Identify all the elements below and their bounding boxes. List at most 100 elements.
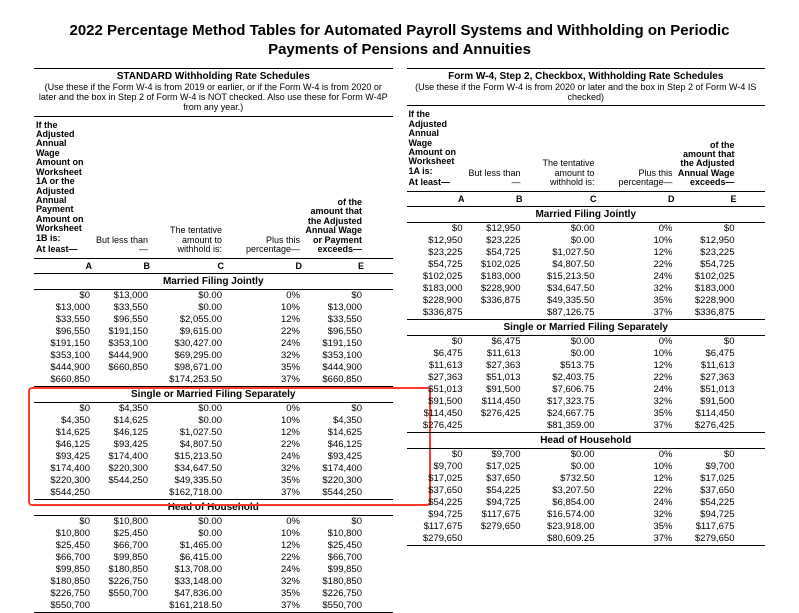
bracket-rows: $0$10,800$0.000%$0$10,800$25,450$0.0010%…: [34, 516, 393, 613]
table-cell: $279,650: [407, 533, 465, 545]
table-cell: $46,125: [34, 439, 92, 451]
table-cell: $279,650: [675, 533, 737, 545]
table-cell: 22%: [597, 259, 675, 271]
table-cell: [465, 307, 523, 319]
table-cell: $191,150: [302, 338, 364, 350]
table-cell: $46,125: [302, 439, 364, 451]
table-row: $25,450$66,700$1,465.0012%$25,450: [34, 540, 393, 552]
table-cell: 10%: [597, 348, 675, 360]
table-cell: $99,850: [302, 564, 364, 576]
table-row: $444,900$660,850$98,671.0035%$444,900: [34, 362, 393, 374]
column-letters: A B C D E: [407, 192, 766, 207]
column-letters: A B C D E: [34, 259, 393, 274]
bracket-rows: $0$9,700$0.000%$0$9,700$17,025$0.0010%$9…: [407, 449, 766, 546]
table-cell: 10%: [224, 415, 302, 427]
table-cell: $226,750: [92, 576, 150, 588]
table-row: $228,900$336,875$49,335.5035%$228,900: [407, 295, 766, 307]
table-cell: 37%: [224, 487, 302, 499]
bracket-rows: $0$13,000$0.000%$0$13,000$33,550$0.0010%…: [34, 290, 393, 387]
table-row: $336,875$87,126.7537%$336,875: [407, 307, 766, 320]
table-cell: $0.00: [523, 348, 597, 360]
checkbox-schedule-panel: Form W-4, Step 2, Checkbox, Withholding …: [407, 68, 766, 613]
table-cell: $183,000: [407, 283, 465, 295]
table-cell: $49,335.50: [523, 295, 597, 307]
table-cell: $276,425: [465, 408, 523, 420]
table-row: $6,475$11,613$0.0010%$6,475: [407, 348, 766, 360]
table-cell: $336,875: [675, 307, 737, 319]
standard-schedule-panel: STANDARD Withholding Rate Schedules (Use…: [34, 68, 393, 613]
schedule-heading: Form W-4, Step 2, Checkbox, Withholding …: [407, 68, 766, 107]
table-cell: $161,218.50: [150, 600, 224, 612]
table-cell: 32%: [597, 396, 675, 408]
table-cell: $13,000: [92, 290, 150, 302]
table-cell: $13,000: [34, 302, 92, 314]
table-cell: $12,950: [407, 235, 465, 247]
table-cell: $0: [302, 403, 364, 415]
table-cell: $66,700: [34, 552, 92, 564]
hdr-exceeds: of the amount that the Adjusted Annual W…: [302, 117, 364, 258]
table-cell: $9,700: [465, 449, 523, 461]
table-cell: $81,359.00: [523, 420, 597, 432]
table-cell: $174,400: [92, 451, 150, 463]
table-cell: $0.00: [150, 528, 224, 540]
table-cell: 35%: [224, 362, 302, 374]
table-row: $66,700$99,850$6,415.0022%$66,700: [34, 552, 393, 564]
table-cell: $30,427.00: [150, 338, 224, 350]
table-cell: 37%: [597, 533, 675, 545]
table-cell: $54,725: [465, 247, 523, 259]
table-cell: $444,900: [34, 362, 92, 374]
table-cell: 0%: [224, 403, 302, 415]
table-cell: $191,150: [34, 338, 92, 350]
table-cell: $27,363: [465, 360, 523, 372]
table-cell: $11,613: [465, 348, 523, 360]
table-cell: $660,850: [92, 362, 150, 374]
table-cell: $17,025: [465, 461, 523, 473]
table-cell: $51,013: [465, 372, 523, 384]
hdr-plus-pct: Plus this percentage—: [597, 106, 675, 191]
table-cell: $94,725: [675, 509, 737, 521]
table-cell: $25,450: [302, 540, 364, 552]
table-cell: $117,675: [465, 509, 523, 521]
table-row: $4,350$14,625$0.0010%$4,350: [34, 415, 393, 427]
table-row: $10,800$25,450$0.0010%$10,800: [34, 528, 393, 540]
table-cell: $80,609.25: [523, 533, 597, 545]
table-cell: $17,323.75: [523, 396, 597, 408]
table-cell: $15,213.50: [150, 451, 224, 463]
table-cell: $550,700: [302, 600, 364, 612]
table-cell: $444,900: [302, 362, 364, 374]
table-cell: 32%: [597, 283, 675, 295]
table-cell: $54,225: [465, 485, 523, 497]
table-row: $544,250$162,718.0037%$544,250: [34, 487, 393, 500]
table-cell: [92, 374, 150, 386]
table-cell: $183,000: [465, 271, 523, 283]
table-row: $51,013$91,500$7,606.7524%$51,013: [407, 384, 766, 396]
table-row: $660,850$174,253.5037%$660,850: [34, 374, 393, 387]
table-cell: $114,450: [465, 396, 523, 408]
table-cell: $353,100: [34, 350, 92, 362]
table-cell: $4,807.50: [150, 439, 224, 451]
table-cell: 24%: [224, 338, 302, 350]
table-cell: 37%: [224, 600, 302, 612]
filing-status-title: Married Filing Jointly: [34, 274, 393, 290]
table-cell: $0: [34, 403, 92, 415]
table-cell: $23,225: [407, 247, 465, 259]
table-cell: $93,425: [34, 451, 92, 463]
table-cell: 12%: [597, 360, 675, 372]
table-cell: $12,950: [465, 223, 523, 235]
table-cell: $99,850: [92, 552, 150, 564]
table-cell: 12%: [224, 314, 302, 326]
table-cell: $513.75: [523, 360, 597, 372]
table-cell: [92, 487, 150, 499]
table-cell: $732.50: [523, 473, 597, 485]
table-row: $17,025$37,650$732.5012%$17,025: [407, 473, 766, 485]
table-cell: $660,850: [34, 374, 92, 386]
table-cell: 35%: [224, 475, 302, 487]
table-cell: $1,027.50: [150, 427, 224, 439]
table-cell: $16,574.00: [523, 509, 597, 521]
table-cell: $226,750: [34, 588, 92, 600]
table-cell: $91,500: [407, 396, 465, 408]
table-row: $94,725$117,675$16,574.0032%$94,725: [407, 509, 766, 521]
filing-status-title: Married Filing Jointly: [407, 207, 766, 223]
table-cell: $99,850: [34, 564, 92, 576]
table-cell: 0%: [597, 449, 675, 461]
